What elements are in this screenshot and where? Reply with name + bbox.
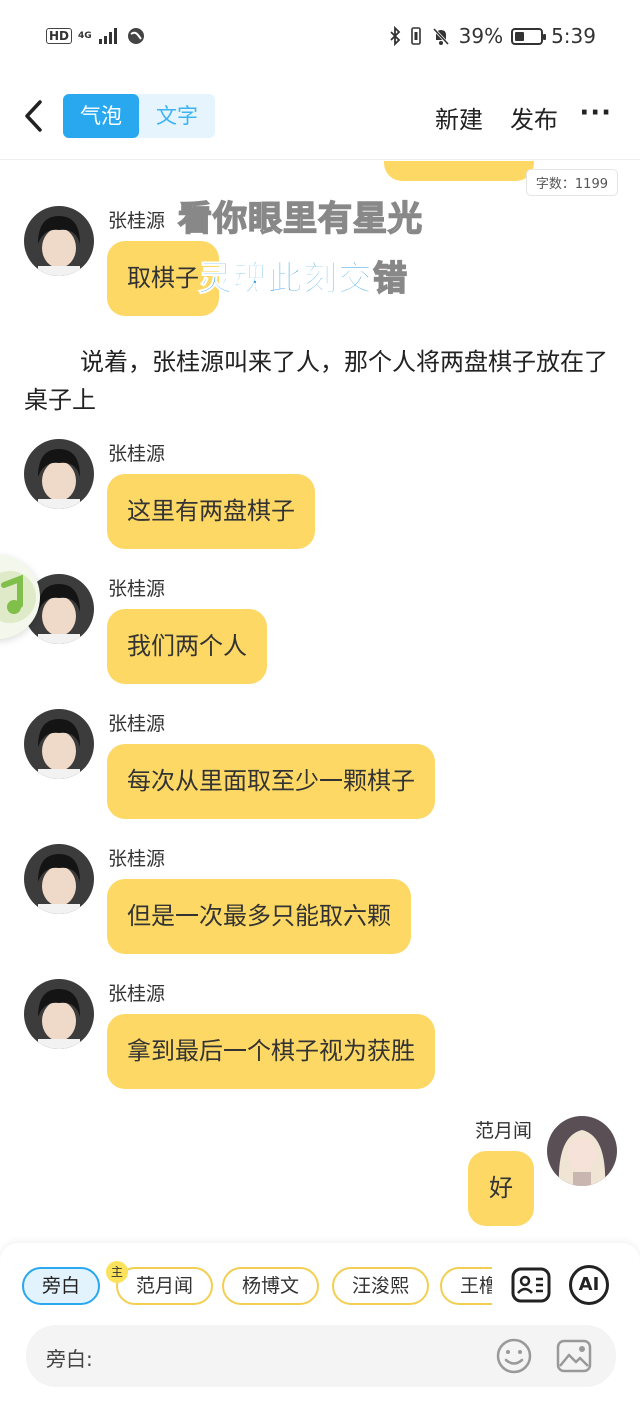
avatar[interactable] — [24, 439, 94, 509]
hd-badge: HD — [46, 28, 73, 44]
status-right: 39% 5:39 — [389, 24, 596, 48]
bluetooth-icon — [389, 26, 400, 46]
message-bubble[interactable]: 拿到最后一个棋子视为获胜 — [107, 1014, 435, 1089]
role-chip-wangjunxi[interactable]: 汪浚熙 — [332, 1267, 430, 1305]
message-input[interactable]: 旁白: — [26, 1325, 616, 1387]
top-bar: 气泡 文字 新建 发布 ··· — [0, 76, 640, 160]
input-role-label: 旁白: — [46, 1347, 93, 1371]
clock: 5:39 — [551, 24, 596, 48]
message-bubble[interactable]: 这里有两盘棋子 — [107, 474, 315, 549]
status-left: HD 4G — [46, 26, 146, 46]
globe-icon — [127, 28, 144, 44]
lyric-line-2: 灵魂此刻交错 — [198, 251, 408, 300]
avatar[interactable] — [24, 979, 94, 1049]
publish-button[interactable]: 发布 — [510, 100, 558, 135]
message-bubble[interactable]: 好 — [468, 1151, 534, 1226]
word-count-badge: 字数：1199 — [525, 169, 618, 196]
battery-percent: 39% — [458, 24, 504, 48]
network-label: 4G — [78, 30, 92, 41]
avatar[interactable] — [24, 206, 94, 276]
role-chip-fanyuewen[interactable]: 范月闻 — [116, 1267, 214, 1305]
lyric-line-1: 看你眼里有星光 — [177, 198, 423, 240]
mode-switch: 气泡 文字 — [63, 94, 215, 138]
owner-badge: 主 — [106, 1261, 128, 1283]
avatar[interactable] — [24, 709, 94, 779]
image-icon[interactable] — [554, 1336, 594, 1376]
chat-area[interactable]: 字数：1199 张桂源 取棋子 说着，张桂源叫来了人，那个人将两盘棋子放在了桌子… — [0, 161, 640, 1241]
partial-bubble — [384, 161, 534, 181]
avatar[interactable] — [24, 844, 94, 914]
lyric-highlight: 灵魂此刻交 — [198, 259, 373, 300]
character-card-icon[interactable] — [511, 1265, 551, 1305]
avatar[interactable] — [547, 1116, 617, 1186]
mute-bell-icon — [432, 27, 449, 46]
sender-name: 张桂源 — [108, 443, 166, 465]
sender-name: 张桂源 — [108, 848, 166, 870]
narration-text[interactable]: 说着，张桂源叫来了人，那个人将两盘棋子放在了桌子上 — [24, 343, 614, 419]
new-button[interactable]: 新建 — [435, 100, 483, 135]
bottom-panel: 旁白 范月闻 杨博文 汪浚熙 王橹 主 AI 旁白: — [0, 1243, 640, 1415]
role-selector: 旁白 范月闻 杨博文 汪浚熙 王橹 — [22, 1267, 492, 1307]
role-chip-wanglu[interactable]: 王橹 — [440, 1267, 492, 1305]
lyric-rest: 错 — [372, 258, 408, 300]
ai-button[interactable]: AI — [569, 1265, 609, 1305]
battery-icon — [511, 27, 547, 45]
vibrate-icon — [410, 27, 421, 45]
emoji-icon[interactable] — [494, 1336, 534, 1376]
role-chip-narration[interactable]: 旁白 — [22, 1267, 101, 1305]
tab-text[interactable]: 文字 — [139, 94, 215, 138]
sender-name: 张桂源 — [108, 210, 166, 232]
sender-name: 范月闻 — [474, 1120, 532, 1142]
more-button[interactable]: ··· — [579, 98, 612, 128]
sender-name: 张桂源 — [108, 713, 166, 735]
tab-bubble[interactable]: 气泡 — [63, 94, 139, 138]
back-arrow-icon[interactable] — [20, 98, 50, 134]
message-bubble[interactable]: 我们两个人 — [107, 609, 267, 684]
message-bubble[interactable]: 每次从里面取至少一颗棋子 — [107, 744, 435, 819]
status-bar: HD 4G 39% 5:39 — [0, 0, 640, 76]
role-chip-yangbowen[interactable]: 杨博文 — [222, 1267, 320, 1305]
message-bubble[interactable]: 但是一次最多只能取六颗 — [107, 879, 411, 954]
sender-name: 张桂源 — [108, 983, 166, 1005]
signal-icon — [98, 28, 117, 44]
sender-name: 张桂源 — [108, 578, 166, 600]
